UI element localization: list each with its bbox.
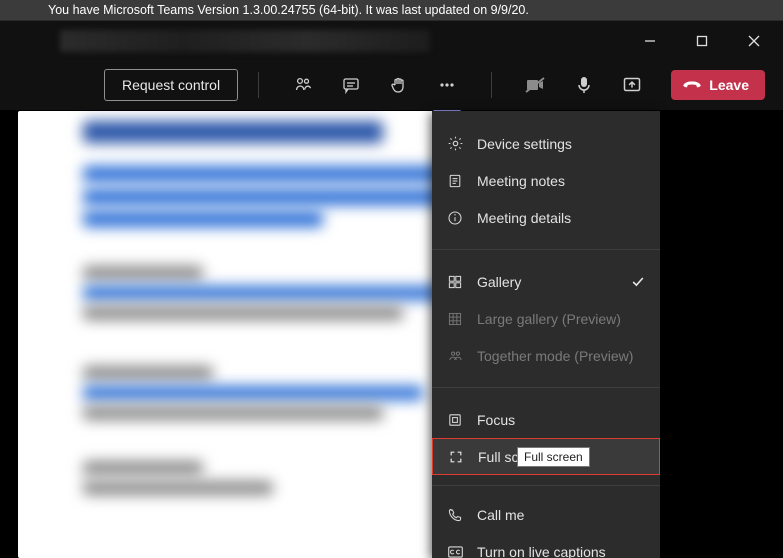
together-icon — [446, 347, 464, 365]
menu-together-mode: Together mode (Preview) — [432, 337, 660, 374]
menu-label: Turn on live captions — [477, 544, 606, 558]
more-actions-icon[interactable] — [435, 73, 459, 97]
leave-button[interactable]: Leave — [671, 70, 765, 100]
leave-label: Leave — [709, 77, 749, 93]
tooltip-full-screen: Full screen — [517, 447, 590, 467]
version-bar: You have Microsoft Teams Version 1.3.00.… — [0, 0, 783, 21]
menu-large-gallery: Large gallery (Preview) — [432, 300, 660, 337]
check-icon — [630, 274, 646, 290]
menu-label: Meeting notes — [477, 173, 565, 189]
meeting-toolbar: Request control — [0, 60, 783, 111]
menu-label: Together mode (Preview) — [477, 348, 633, 364]
maximize-button[interactable] — [687, 21, 717, 60]
title-bar — [0, 21, 783, 60]
menu-label: Gallery — [477, 274, 521, 290]
toolbar-separator — [491, 72, 492, 98]
participants-icon[interactable] — [291, 73, 315, 97]
close-button[interactable] — [739, 21, 769, 60]
request-control-button[interactable]: Request control — [104, 69, 238, 101]
notes-icon — [446, 172, 464, 190]
window-controls — [635, 21, 783, 60]
menu-gallery[interactable]: Gallery — [432, 263, 660, 300]
minimize-button[interactable] — [635, 21, 665, 60]
share-screen-icon[interactable] — [620, 73, 644, 97]
menu-device-settings[interactable]: Device settings — [432, 125, 660, 162]
menu-meeting-details[interactable]: Meeting details — [432, 199, 660, 236]
meeting-title-blurred — [60, 30, 430, 52]
captions-icon — [446, 543, 464, 558]
menu-label: Large gallery (Preview) — [477, 311, 621, 327]
menu-divider — [432, 387, 660, 388]
grid-icon — [446, 273, 464, 291]
large-grid-icon — [446, 310, 464, 328]
menu-label: Meeting details — [477, 210, 571, 226]
raise-hand-icon[interactable] — [387, 73, 411, 97]
menu-call-me[interactable]: Call me — [432, 496, 660, 533]
fullscreen-icon — [447, 448, 465, 466]
menu-divider — [432, 485, 660, 486]
menu-label: Call me — [477, 507, 524, 523]
menu-focus[interactable]: Focus — [432, 401, 660, 438]
menu-live-captions[interactable]: Turn on live captions — [432, 533, 660, 558]
microphone-icon[interactable] — [572, 73, 596, 97]
more-actions-menu: Device settings Meeting notes Meeting de… — [432, 111, 660, 558]
focus-icon — [446, 411, 464, 429]
menu-divider — [432, 249, 660, 250]
toolbar-separator — [258, 72, 259, 98]
info-icon — [446, 209, 464, 227]
chat-icon[interactable] — [339, 73, 363, 97]
camera-off-icon[interactable] — [524, 73, 548, 97]
menu-label: Device settings — [477, 136, 572, 152]
phone-icon — [446, 506, 464, 524]
menu-label: Focus — [477, 412, 515, 428]
menu-meeting-notes[interactable]: Meeting notes — [432, 162, 660, 199]
hangup-icon — [683, 79, 701, 91]
gear-icon — [446, 135, 464, 153]
